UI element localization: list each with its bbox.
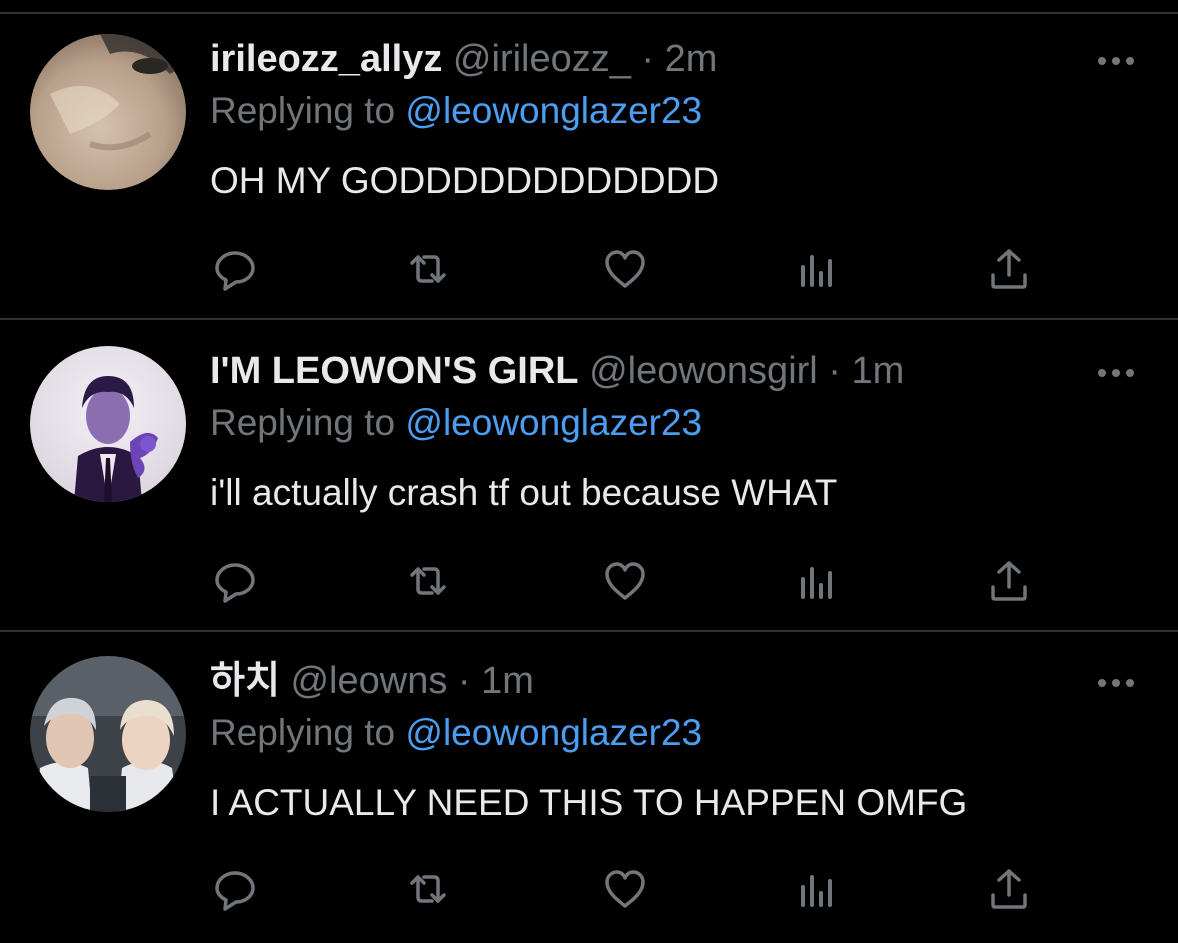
retweet-icon[interactable] bbox=[403, 556, 453, 606]
replying-to-label: Replying to bbox=[210, 402, 396, 443]
handle[interactable]: @leowns bbox=[290, 660, 447, 702]
tweet-text: OH MY GODDDDDDDDDDDD bbox=[210, 160, 720, 201]
timestamp[interactable]: 1m bbox=[481, 660, 534, 702]
handle[interactable]: @leowonsgirl bbox=[589, 350, 818, 392]
replying-to-label: Replying to bbox=[210, 90, 396, 131]
reply-tweet[interactable]: 하치 @leowns · 1m Replying to @leowonglaze… bbox=[0, 632, 1178, 943]
timestamp[interactable]: 1m bbox=[852, 350, 905, 392]
separator: · bbox=[457, 660, 471, 702]
more-options-icon[interactable] bbox=[1096, 676, 1136, 688]
more-options-icon[interactable] bbox=[1096, 366, 1136, 378]
tweet-header: I'M LEOWON'S GIRL @leowonsgirl · 1m bbox=[210, 346, 904, 396]
separator: · bbox=[641, 38, 655, 80]
reply-icon[interactable] bbox=[210, 244, 260, 294]
like-icon[interactable] bbox=[600, 556, 650, 606]
like-icon[interactable] bbox=[600, 864, 650, 914]
views-icon[interactable] bbox=[792, 556, 842, 606]
action-bar bbox=[210, 244, 1040, 294]
replying-to-mention[interactable]: @leowonglazer23 bbox=[405, 402, 702, 443]
tweet-text: I ACTUALLY NEED THIS TO HAPPEN OMFG bbox=[210, 782, 968, 823]
views-icon[interactable] bbox=[792, 244, 842, 294]
replying-to-line: Replying to @leowonglazer23 bbox=[210, 708, 702, 758]
reply-icon[interactable] bbox=[210, 556, 260, 606]
tweet-header: 하치 @leowns · 1m bbox=[210, 656, 534, 706]
replying-to-mention[interactable]: @leowonglazer23 bbox=[405, 712, 702, 753]
views-icon[interactable] bbox=[792, 864, 842, 914]
like-icon[interactable] bbox=[600, 244, 650, 294]
retweet-icon[interactable] bbox=[403, 864, 453, 914]
display-name[interactable]: irileozz_allyz bbox=[210, 38, 442, 80]
separator: · bbox=[828, 350, 841, 392]
handle[interactable]: @irileozz_ bbox=[453, 38, 631, 80]
replying-to-mention[interactable]: @leowonglazer23 bbox=[405, 90, 702, 131]
replying-to-line: Replying to @leowonglazer23 bbox=[210, 86, 702, 136]
avatar[interactable] bbox=[30, 34, 186, 190]
replying-to-line: Replying to @leowonglazer23 bbox=[210, 398, 702, 448]
share-icon[interactable] bbox=[984, 244, 1034, 294]
display-name[interactable]: I'M LEOWON'S GIRL bbox=[210, 350, 579, 392]
tweet-header: irileozz_allyz @irileozz_ · 2m bbox=[210, 34, 717, 84]
timestamp[interactable]: 2m bbox=[665, 38, 718, 80]
reply-icon[interactable] bbox=[210, 864, 260, 914]
tweet-text: i'll actually crash tf out because WHAT bbox=[210, 472, 838, 513]
reply-tweet[interactable]: I'M LEOWON'S GIRL @leowonsgirl · 1m Repl… bbox=[0, 320, 1178, 632]
share-icon[interactable] bbox=[984, 556, 1034, 606]
replying-to-label: Replying to bbox=[210, 712, 396, 753]
more-options-icon[interactable] bbox=[1096, 54, 1136, 66]
action-bar bbox=[210, 864, 1040, 914]
share-icon[interactable] bbox=[984, 864, 1034, 914]
reply-tweet[interactable]: irileozz_allyz @irileozz_ · 2m Replying … bbox=[0, 14, 1178, 320]
avatar[interactable] bbox=[30, 346, 186, 502]
action-bar bbox=[210, 556, 1040, 606]
display-name[interactable]: 하치 bbox=[210, 660, 280, 702]
retweet-icon[interactable] bbox=[403, 244, 453, 294]
avatar[interactable] bbox=[30, 656, 186, 812]
